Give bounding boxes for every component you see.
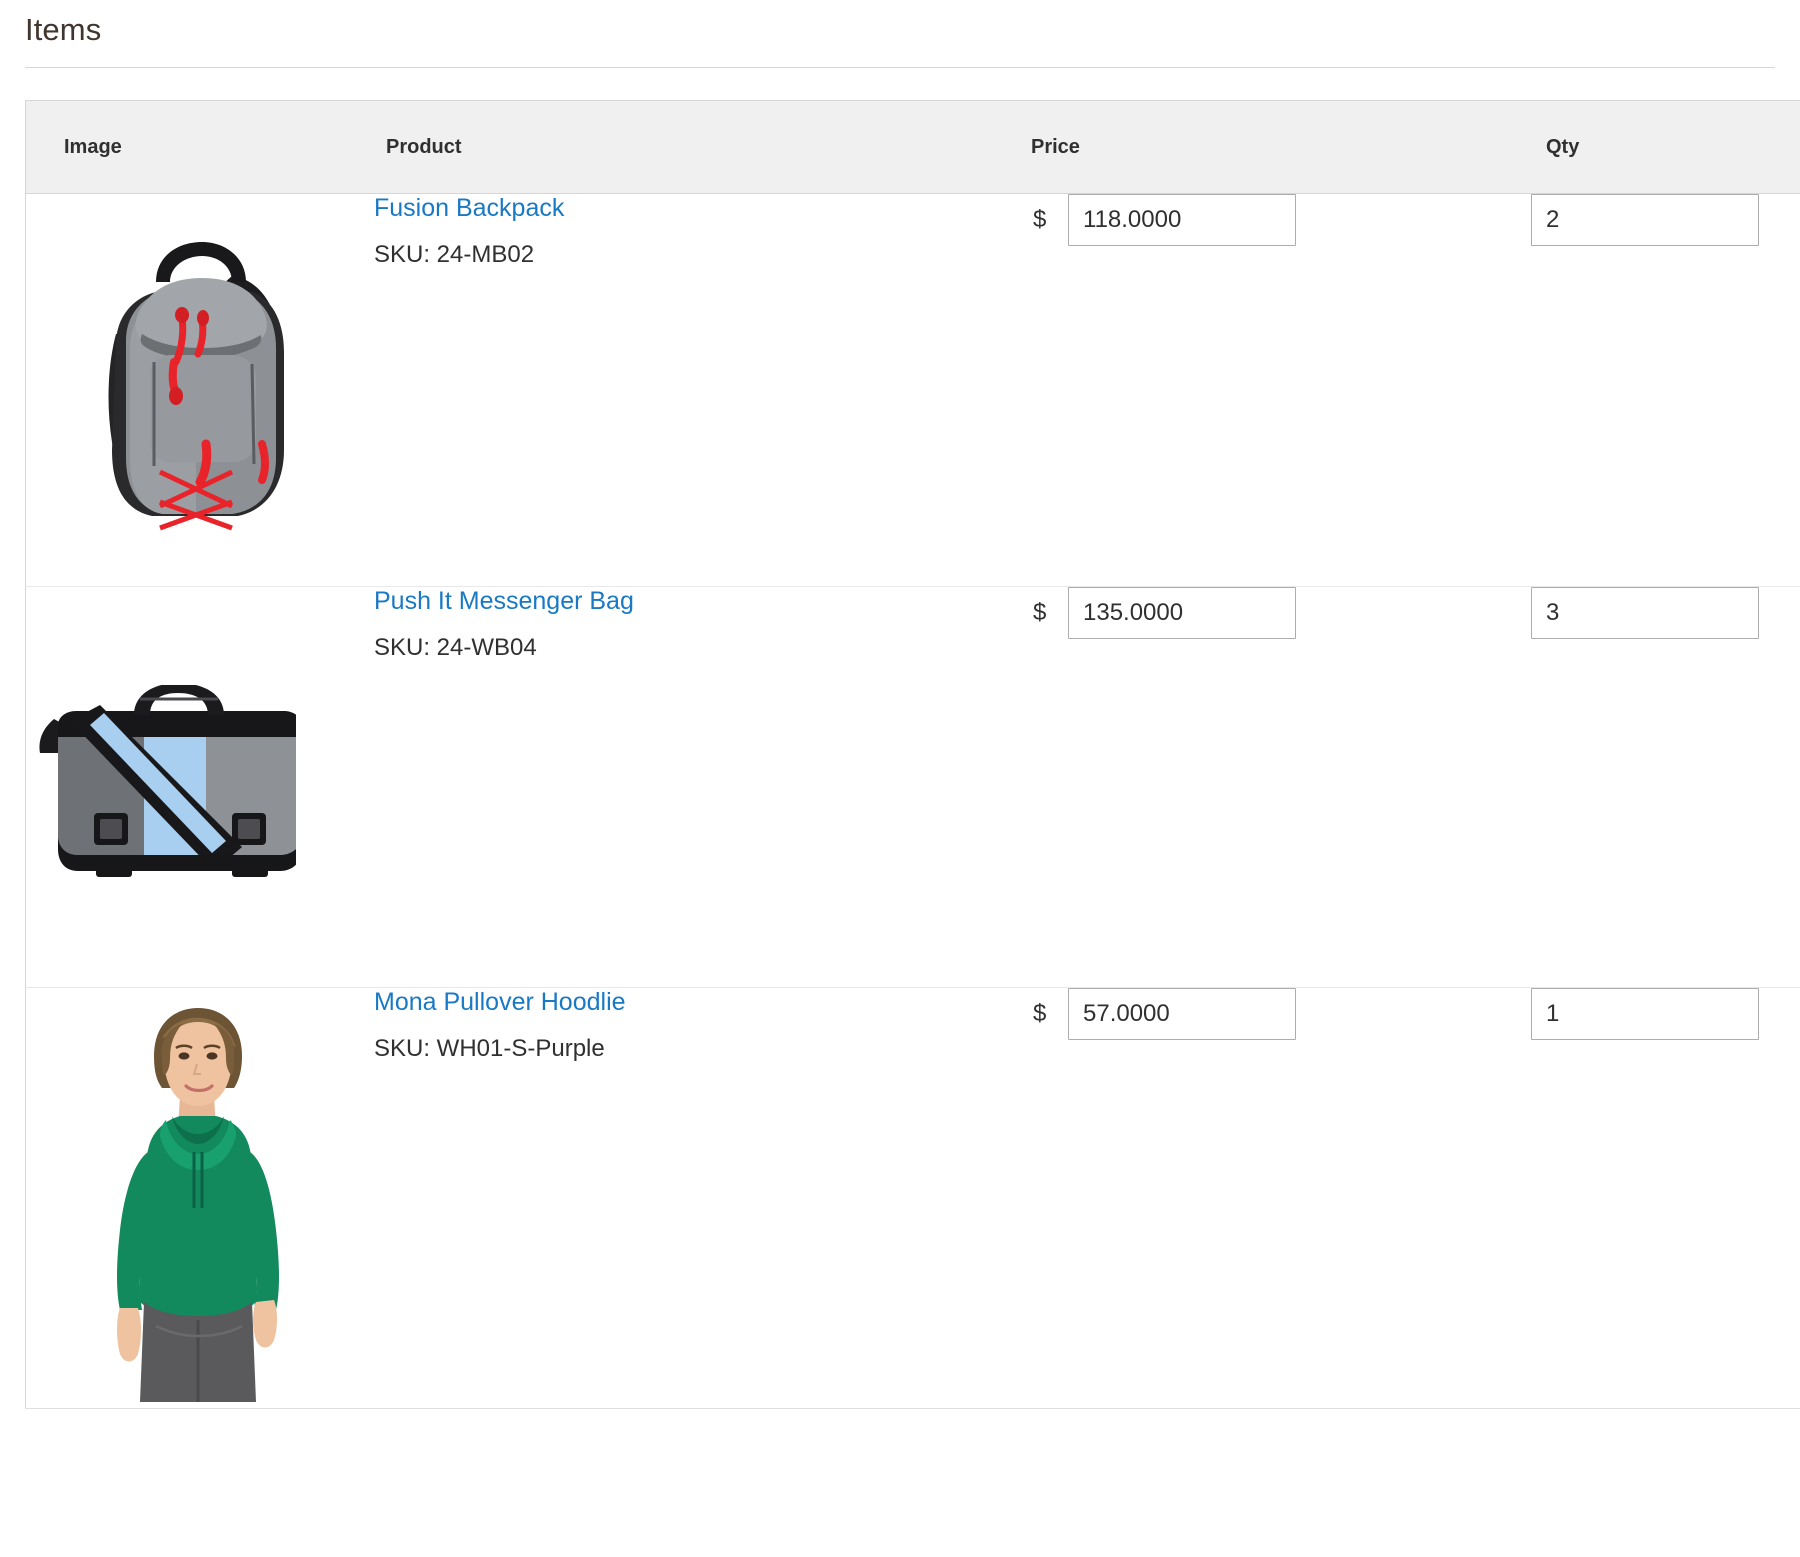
table-header-row: Image Product Price Qty (26, 101, 1800, 194)
item-product-cell: Fusion Backpack SKU: 24-MB02 (374, 194, 1011, 587)
item-price-cell: $ (1011, 988, 1531, 1409)
table-row: Mona Pullover Hoodlie SKU: WH01-S-Purple… (26, 988, 1800, 1409)
price-row: $ (1011, 988, 1531, 1040)
items-table-header: Image Product Price Qty (26, 101, 1800, 194)
items-table: Image Product Price Qty (25, 100, 1800, 1409)
qty-input[interactable] (1531, 194, 1759, 246)
column-header-product: Product (374, 101, 1011, 194)
price-row: $ (1011, 587, 1531, 639)
currency-symbol: $ (1011, 1000, 1068, 1028)
column-header-price: Price (1011, 101, 1531, 194)
column-header-qty: Qty (1531, 101, 1800, 194)
product-sku: SKU: 24-WB04 (374, 634, 1011, 662)
product-sku: SKU: WH01-S-Purple (374, 1035, 1011, 1063)
item-image-cell (26, 194, 375, 587)
push-it-messenger-bag-icon (36, 685, 296, 885)
item-qty-cell (1531, 194, 1800, 587)
column-header-image: Image (26, 101, 375, 194)
table-row: Fusion Backpack SKU: 24-MB02 $ (26, 194, 1800, 587)
product-link[interactable]: Fusion Backpack (374, 194, 564, 223)
page-title: Items (25, 0, 1775, 67)
item-image-cell (26, 587, 375, 988)
qty-input[interactable] (1531, 587, 1759, 639)
mona-pullover-hoodlie-icon (76, 1002, 296, 1402)
product-link[interactable]: Push It Messenger Bag (374, 587, 634, 616)
product-sku: SKU: 24-MB02 (374, 241, 1011, 269)
price-row: $ (1011, 194, 1531, 246)
thumbnail-wrapper (26, 988, 296, 1408)
item-product-cell: Push It Messenger Bag SKU: 24-WB04 (374, 587, 1011, 988)
thumbnail-wrapper (26, 587, 296, 987)
qty-input[interactable] (1531, 988, 1759, 1040)
title-divider (25, 67, 1775, 68)
currency-symbol: $ (1011, 206, 1068, 234)
item-product-cell: Mona Pullover Hoodlie SKU: WH01-S-Purple (374, 988, 1011, 1409)
price-input[interactable] (1068, 587, 1296, 639)
items-section: Items Image Product Price Qty (0, 0, 1800, 1557)
thumbnail-wrapper (26, 194, 296, 586)
currency-symbol: $ (1011, 599, 1068, 627)
product-link[interactable]: Mona Pullover Hoodlie (374, 988, 626, 1017)
item-price-cell: $ (1011, 194, 1531, 587)
item-price-cell: $ (1011, 587, 1531, 988)
price-input[interactable] (1068, 194, 1296, 246)
item-qty-cell (1531, 988, 1800, 1409)
fusion-backpack-icon (56, 214, 296, 534)
items-table-body: Fusion Backpack SKU: 24-MB02 $ (26, 194, 1800, 1409)
item-image-cell (26, 988, 375, 1409)
table-row: Push It Messenger Bag SKU: 24-WB04 $ (26, 587, 1800, 988)
price-input[interactable] (1068, 988, 1296, 1040)
item-qty-cell (1531, 587, 1800, 988)
